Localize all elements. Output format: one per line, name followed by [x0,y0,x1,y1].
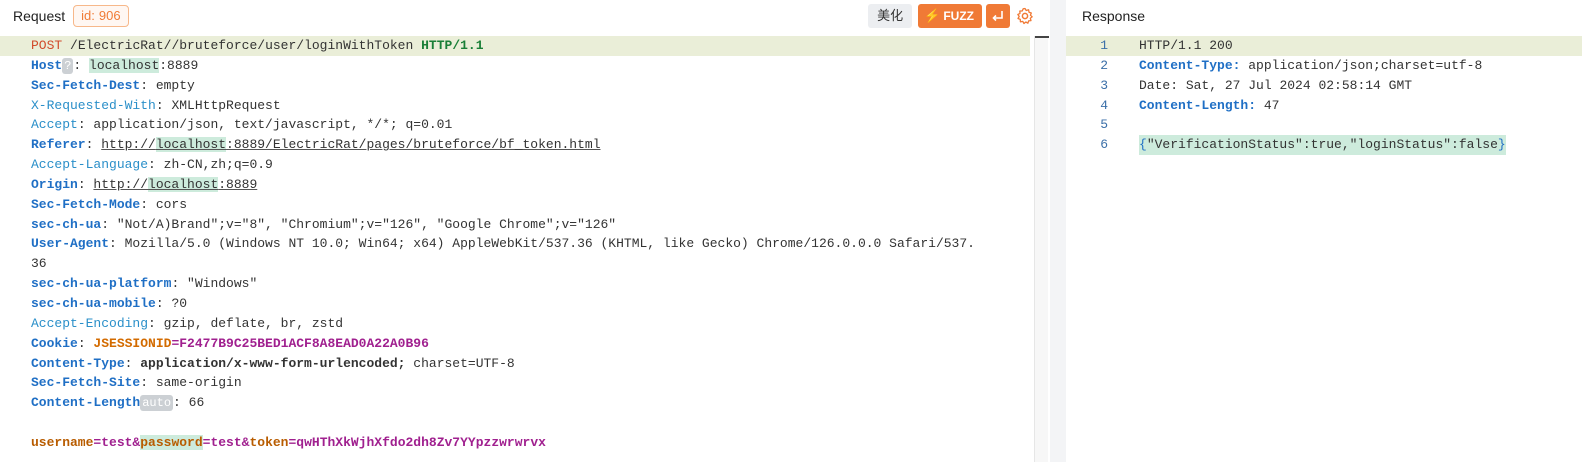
header-accept-language: Accept-Language: zh-CN,zh;q=0.9 [31,157,273,173]
request-id-label: id: [81,8,95,23]
panel-divider[interactable] [1050,0,1066,462]
line-number: 2 [1100,57,1108,73]
http-version: HTTP/1.1 [421,38,484,53]
beautify-button[interactable]: 美化 [868,4,913,28]
request-id-value: 906 [98,8,121,23]
response-line: 4 Content-Length: 47 [1066,96,1582,116]
content-length-auto-tag[interactable]: auto [140,395,174,412]
request-panel: Request id: 906 美化 ⚡ FUZZ POST /ElectricRa… [0,0,1050,462]
lightning-icon: ⚡ [924,8,941,23]
header-accept: Accept: application/json, text/javascrip… [31,117,453,133]
response-line: 3 Date: Sat, 27 Jul 2024 02:58:14 GMT [1066,76,1582,96]
request-id-badge: id: 906 [73,5,129,27]
request-header: Request id: 906 美化 ⚡ FUZZ [0,0,1050,32]
response-line: 2 Content-Type: application/json;charset=… [1066,56,1582,76]
response-json-body: {"VerificationStatus":true,"loginStatus"… [1139,135,1506,156]
request-body: username=test&password=test&token=qwHThX… [31,434,546,450]
header-content-type: Content-Type: application/x-www-form-url… [31,355,515,371]
line-number: 6 [1100,137,1108,153]
header-x-requested-with: X-Requested-With: XMLHttpRequest [31,97,281,113]
host-help-tag[interactable]: ? [62,57,74,74]
header-sec-ch-ua-mobile: sec-ch-ua-mobile: ?0 [31,295,188,311]
line-number: 4 [1100,97,1108,113]
http-method: POST [31,38,63,53]
request-editor[interactable]: POST /ElectricRat//bruteforce/user/login… [0,36,1050,462]
header-sec-fetch-mode: Sec-Fetch-Mode: cors [31,196,188,212]
header-sec-ch-ua-platform: sec-ch-ua-platform: "Windows" [31,276,258,292]
scroll-indicator [1035,36,1049,38]
response-editor[interactable]: 1 HTTP/1.1 200 2 Content-Type: application… [1066,36,1582,462]
response-title: Response [1082,8,1146,24]
header-sec-fetch-dest: Sec-Fetch-Dest: empty [31,77,195,93]
request-toolbar: 美化 ⚡ FUZZ [868,4,1036,28]
line-number: 5 [1100,117,1108,133]
line-number: 3 [1100,77,1108,93]
request-scrollbar[interactable] [1034,36,1049,462]
response-panel: Response 1 HTTP/1.1 200 2 Content-Type: ap… [1066,0,1582,462]
response-line: 1 HTTP/1.1 200 [1066,36,1582,56]
response-header: Response [1066,0,1582,32]
header-accept-encoding: Accept-Encoding: gzip, deflate, br, zstd [31,315,344,331]
header-content-length: Content-Length auto: 66 [31,395,205,412]
request-line: POST /ElectricRat//bruteforce/user/login… [0,36,1030,56]
origin-link[interactable]: http://localhost:8889 [93,176,257,192]
line-number: 1 [1100,38,1108,53]
return-arrow-icon [992,11,1003,22]
header-user-agent: User-Agent: Mozilla/5.0 (Windows NT 10.0… [31,236,975,252]
header-sec-fetch-site: Sec-Fetch-Site: same-origin [31,375,242,391]
line-wrap-button[interactable] [986,4,1010,28]
fuzz-label: FUZZ [943,9,974,23]
header-host: Host?: localhost:8889 [31,57,199,74]
fuzz-button[interactable]: ⚡ FUZZ [918,4,982,28]
header-cookie: Cookie: JSESSIONID=F2477B9C25BED1ACF8A8E… [31,335,429,351]
request-title: Request [13,8,66,24]
header-referer: Referer: http://localhost:8889/ElectricR… [31,137,601,153]
settings-gear-icon[interactable] [1014,5,1036,27]
header-sec-ch-ua: sec-ch-ua: "Not/A)Brand";v="8", "Chromiu… [31,216,617,232]
header-origin: Origin: http://localhost:8889 [31,176,258,192]
referer-link[interactable]: http://localhost:8889/ElectricRat/pages/… [101,137,601,153]
response-line: 5 [1066,115,1582,135]
request-path: /ElectricRat//bruteforce/user/loginWithT… [70,38,414,53]
response-line: 6 {"VerificationStatus":true,"loginStatus… [1066,135,1582,156]
header-user-agent-wrap: 36 [31,256,47,272]
